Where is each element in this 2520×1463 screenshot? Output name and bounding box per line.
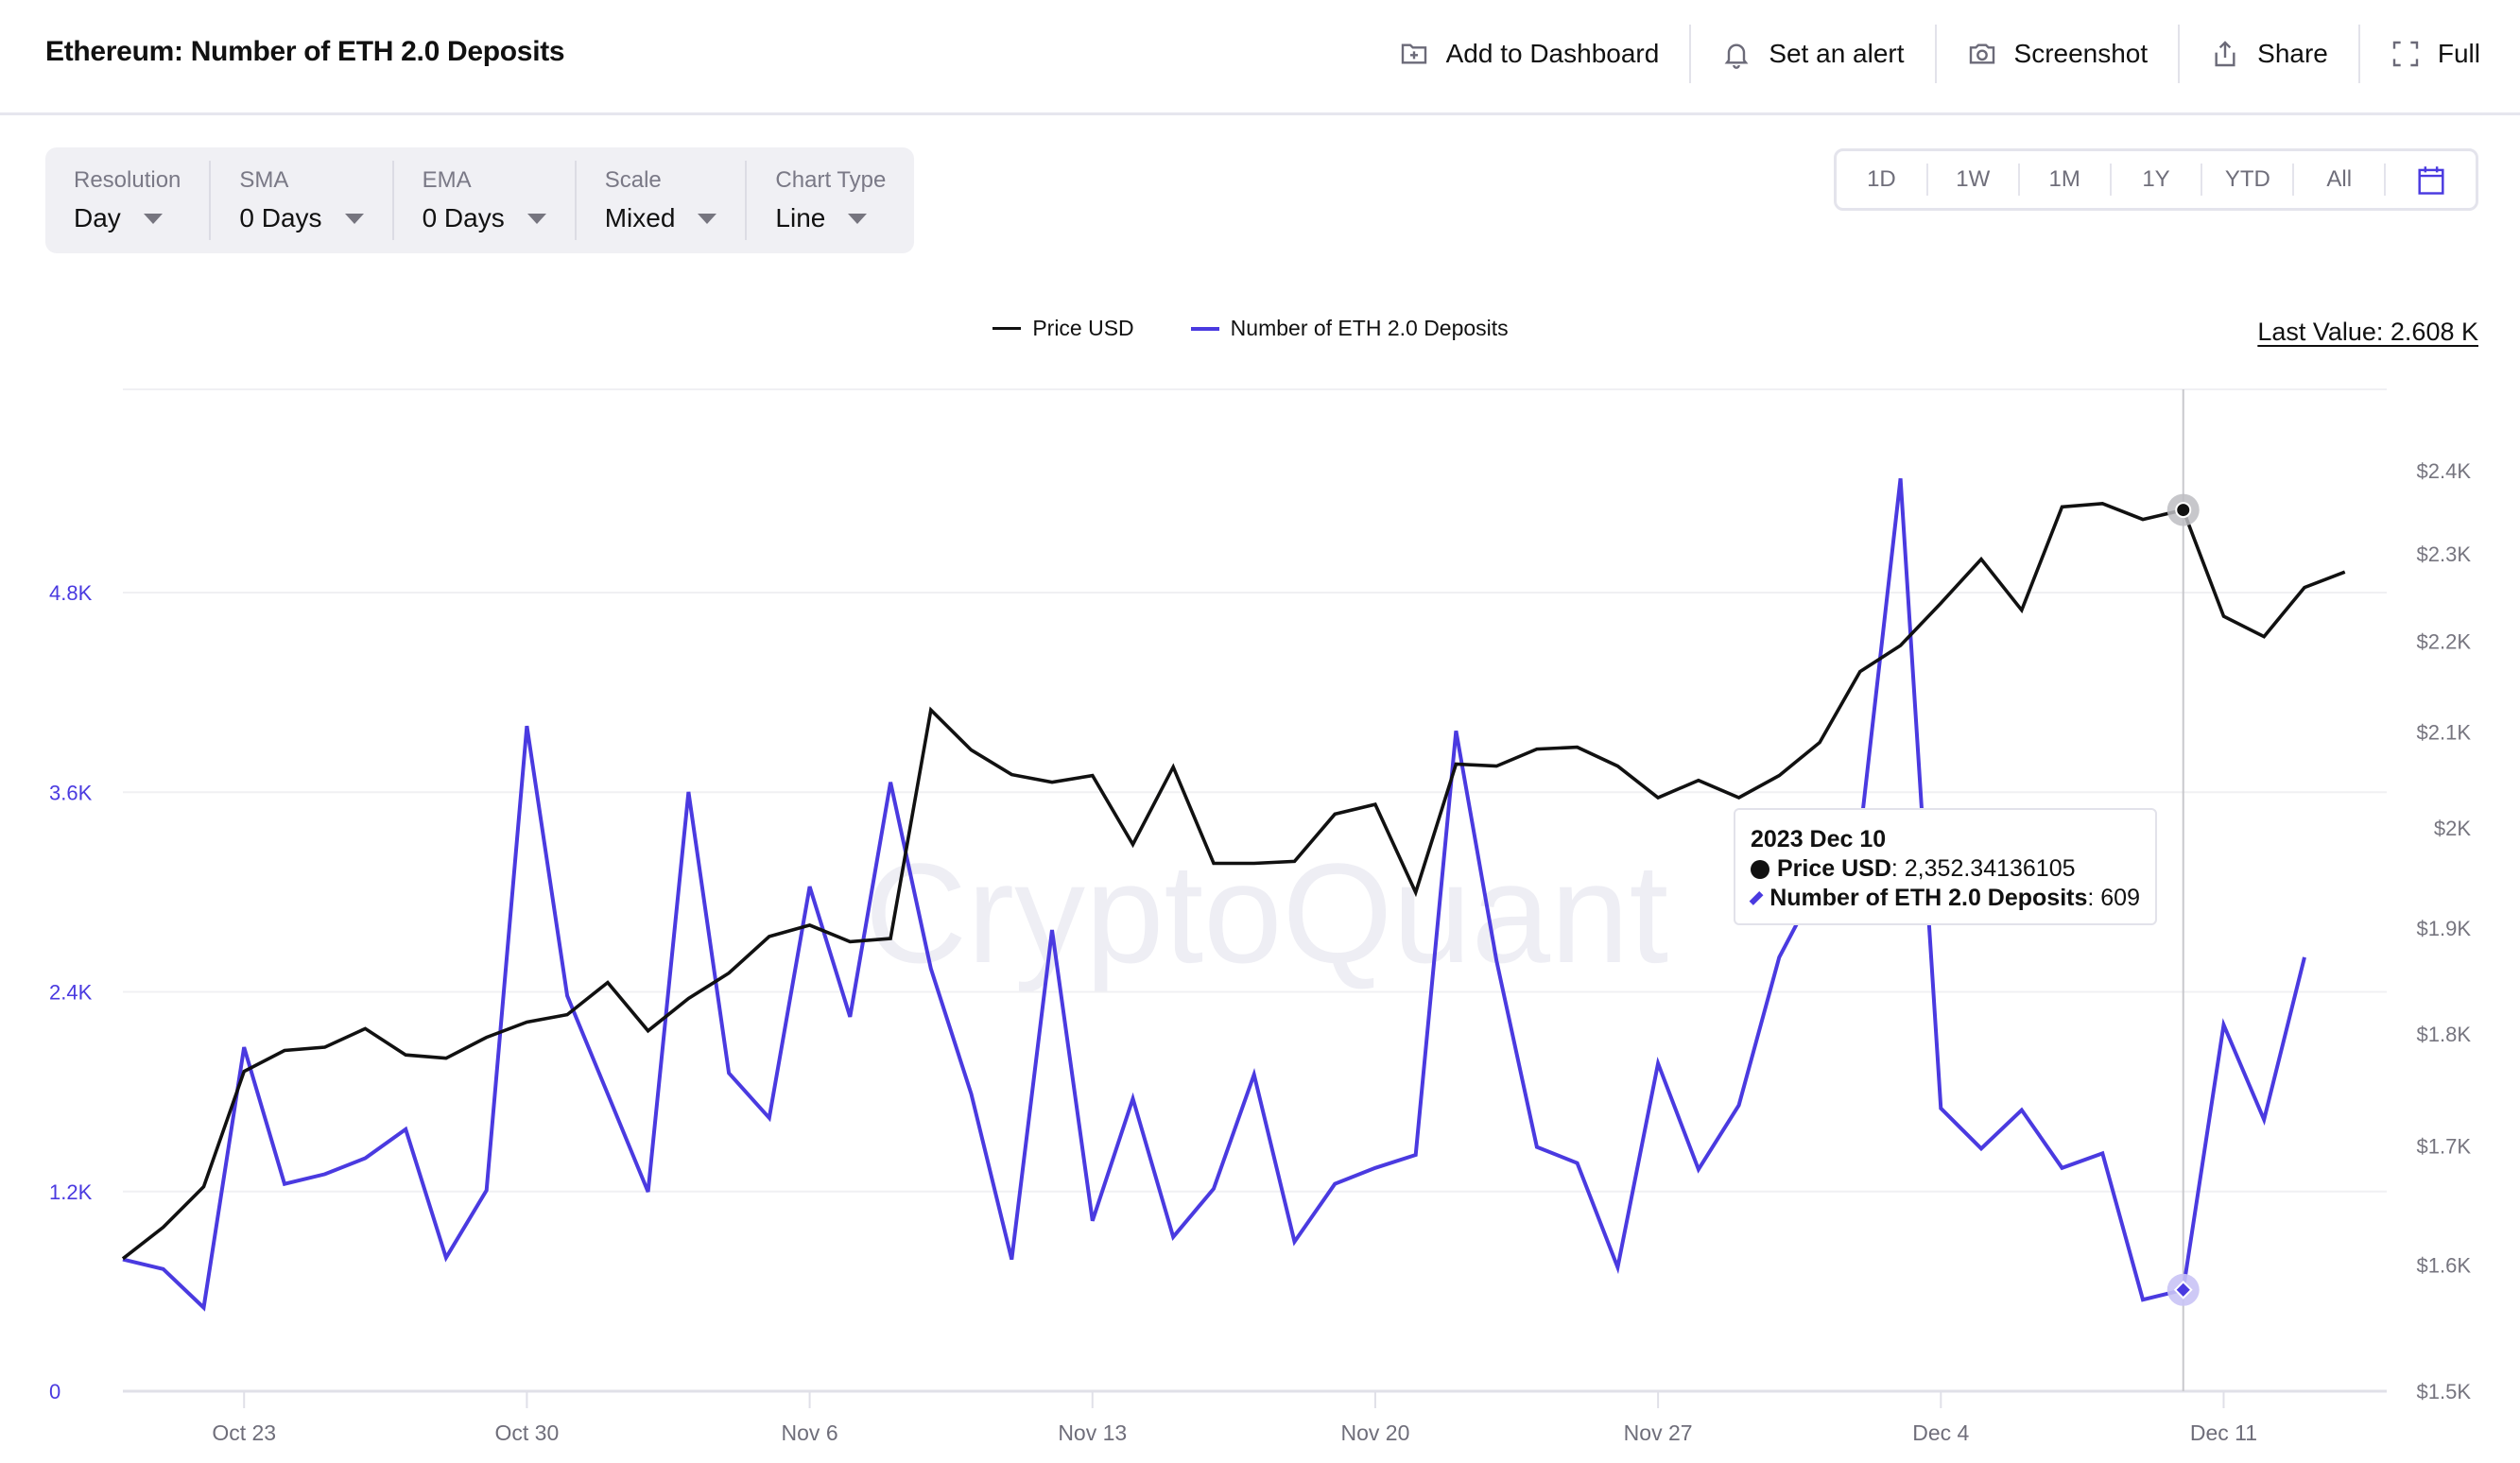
y-right-tick-label: $1.7K (2417, 1135, 2472, 1159)
y-right-tick-label: $1.6K (2417, 1253, 2472, 1277)
y-right-tick-label: $1.9K (2417, 917, 2472, 940)
y-left-tick-label: 0 (49, 1380, 60, 1403)
y-left-tick-label: 4.8K (49, 581, 93, 605)
y-right-tick-label: $1.8K (2417, 1023, 2472, 1046)
y-axis-left: 0 1.2K 2.4K 3.6K 4.8K (49, 581, 93, 1403)
x-tick-label: Oct 23 (212, 1420, 276, 1445)
y-left-tick-label: 1.2K (49, 1180, 93, 1204)
tooltip-date: 2023 Dec 10 (1751, 826, 1887, 852)
y-right-tick-label: $1.5K (2417, 1380, 2472, 1403)
y-right-tick-label: $2.1K (2417, 721, 2472, 745)
y-right-tick-label: $2.2K (2417, 629, 2472, 653)
x-tick-label: Nov 13 (1058, 1420, 1127, 1445)
x-tick-label: Nov 6 (782, 1420, 838, 1445)
tooltip-deposits-label: Number of ETH 2.0 Deposits (1769, 885, 2088, 911)
x-tick-label: Nov 27 (1624, 1420, 1693, 1445)
x-tick-label: Nov 20 (1341, 1420, 1410, 1445)
y-right-tick-label: $2K (2434, 817, 2471, 840)
price-marker (2175, 502, 2192, 519)
y-right-tick-label: $2.4K (2417, 459, 2472, 483)
x-axis: Oct 23 Oct 30 Nov 6 Nov 13 Nov 20 Nov 27 Dec 4… (212, 1391, 2257, 1445)
tooltip-deposits-value: : 609 (2087, 885, 2140, 911)
tooltip-price-value: : 2,352.34136105 (1890, 855, 2076, 882)
y-left-tick-label: 3.6K (49, 781, 93, 804)
tooltip-row-deposits: Number of ETH 2.0 Deposits : 609 (1749, 884, 2140, 913)
circle-icon (1751, 859, 1769, 879)
y-left-tick-label: 2.4K (49, 981, 93, 1005)
x-tick-label: Dec 4 (1912, 1420, 1969, 1445)
tooltip-row-price: Price USD : 2,352.34136105 (1751, 854, 2140, 884)
tooltip-price-label: Price USD (1777, 855, 1891, 882)
watermark: CryptoQuant (865, 834, 1668, 992)
x-tick-label: Oct 30 (495, 1420, 560, 1445)
y-axis-right: $1.5K $1.6K $1.7K $1.8K $1.9K $2K $2.1K $2.2K $2… (2417, 459, 2472, 1403)
y-right-tick-label: $2.3K (2417, 542, 2472, 566)
chart: CryptoQuant Oct 23 Oct 30 Nov 6 Nov 13 Nov 2… (49, 388, 2472, 1445)
diamond-icon (1749, 890, 1764, 906)
chart-tooltip: 2023 Dec 10 Price USD : 2,352.34136105 N… (1734, 808, 2157, 925)
x-tick-label: Dec 11 (2190, 1420, 2257, 1445)
